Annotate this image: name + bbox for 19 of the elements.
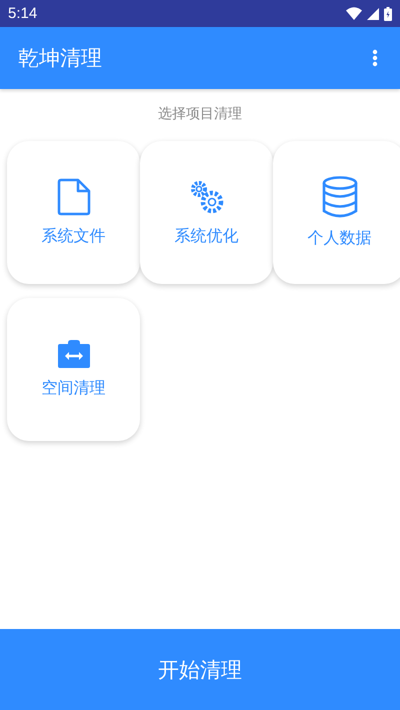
option-label: 个人数据 [308,228,372,249]
clean-option-card[interactable]: 系统文件 [7,141,140,284]
option-label: 空间清理 [42,378,106,399]
option-label: 系统优化 [174,226,238,247]
database-icon [320,176,358,218]
option-label: 系统文件 [42,226,106,247]
clean-option-card[interactable]: 空间清理 [7,298,140,441]
wifi-icon [346,7,362,20]
more-menu-icon[interactable] [372,49,378,67]
clean-option-card[interactable]: 个人数据 [273,141,400,284]
app-title: 乾坤清理 [18,45,102,72]
status-time: 5:14 [8,5,38,22]
signal-icon [367,8,379,20]
clean-option-card[interactable]: 系统优化 [140,141,273,284]
battery-icon [384,6,392,20]
file-icon [56,178,92,216]
start-clean-button[interactable]: 开始清理 [0,629,400,710]
swap-case-icon [58,340,90,368]
section-subtitle: 选择项目清理 [157,105,243,124]
